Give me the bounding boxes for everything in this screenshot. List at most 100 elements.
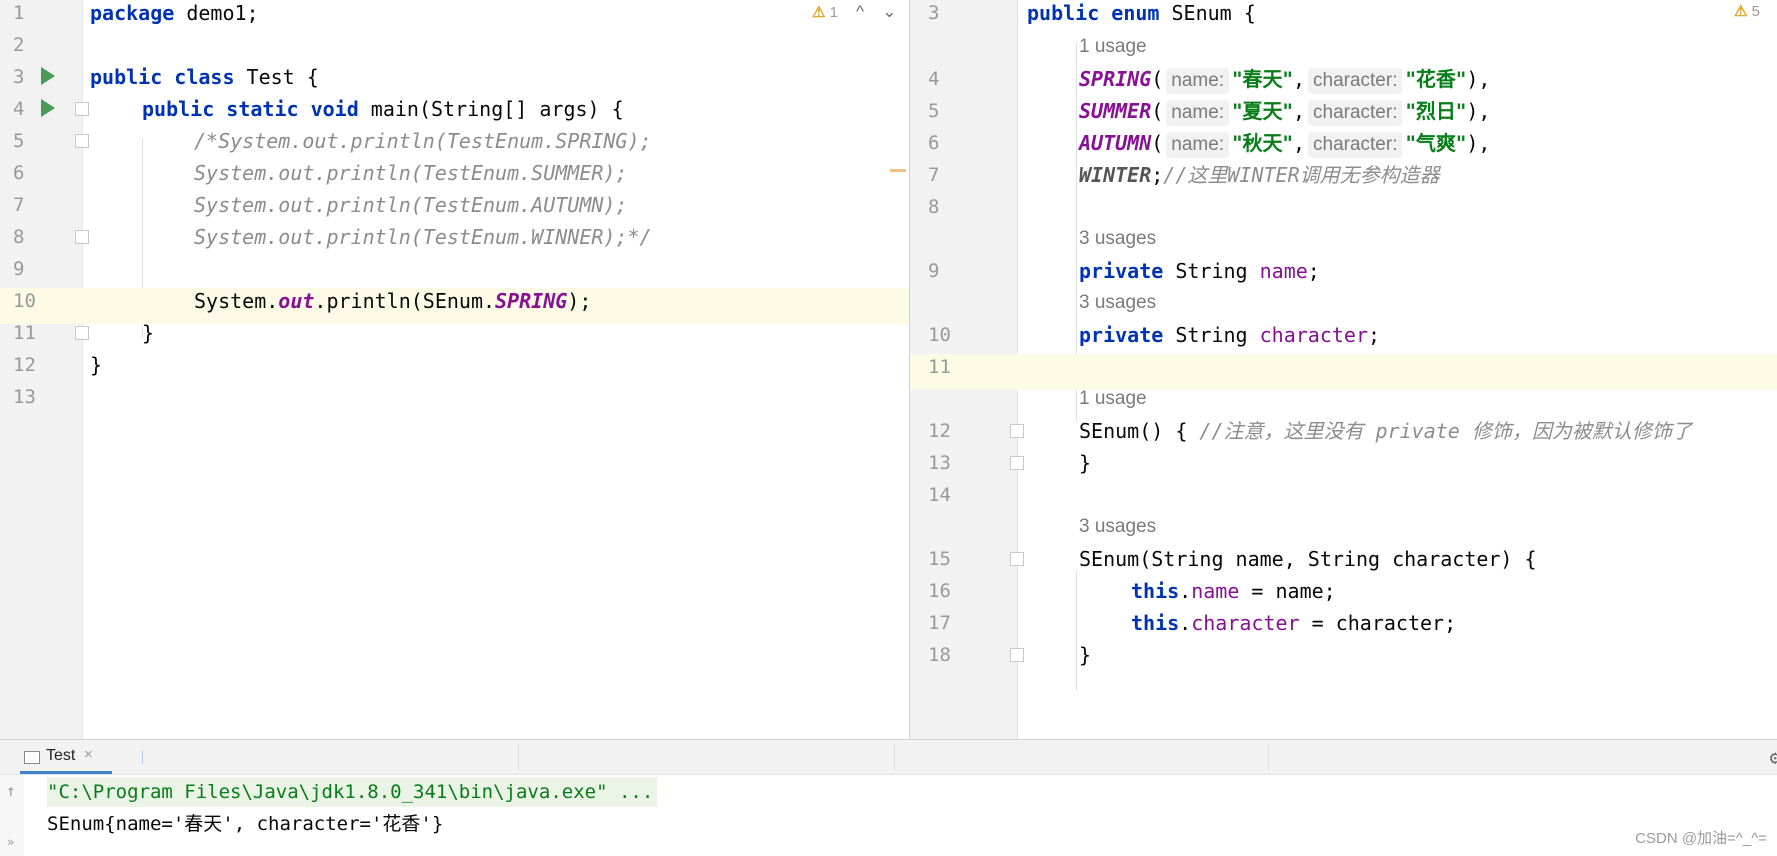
code-line[interactable]: 8 xyxy=(910,194,1777,230)
code-text[interactable]: private String character; xyxy=(1079,322,1380,358)
code-line[interactable]: 12 SEnum() { //注意，这里没有 private 修饰，因为被默认修… xyxy=(910,418,1777,454)
line-number: 7 xyxy=(928,164,940,186)
fold-marker-icon[interactable] xyxy=(75,102,89,116)
line-number: 7 xyxy=(13,194,25,216)
fold-marker-icon[interactable] xyxy=(1010,456,1024,470)
line-number: 9 xyxy=(928,260,940,282)
gear-icon[interactable]: ⚙ xyxy=(1770,747,1777,769)
line-number: 11 xyxy=(13,322,36,344)
line-number: 6 xyxy=(13,162,25,184)
code-text[interactable]: public class Test { xyxy=(90,64,319,100)
line-number: 17 xyxy=(928,612,951,634)
code-line-current[interactable]: 10 System.out.println(SEnum.SPRING); xyxy=(0,288,909,324)
code-comment[interactable]: System.out.println(TestEnum.AUTUMN); xyxy=(194,192,627,228)
fold-marker-icon[interactable] xyxy=(1010,424,1024,438)
code-text[interactable]: this.character = character; xyxy=(1131,610,1456,646)
run-gutter-icon[interactable] xyxy=(41,99,55,117)
code-comment[interactable]: System.out.println(TestEnum.WINNER);*/ xyxy=(194,224,652,260)
code-text[interactable]: this.name = name; xyxy=(1131,578,1336,614)
code-line[interactable]: 3 public enum SEnum { xyxy=(910,0,1777,36)
code-line[interactable]: 6 System.out.println(TestEnum.SUMMER); xyxy=(0,160,909,196)
code-line[interactable]: 14 xyxy=(910,482,1777,518)
code-line[interactable]: 6 AUTUMN(name: "秋天", character: "气爽"), xyxy=(910,130,1777,166)
code-text[interactable]: AUTUMN(name: "秋天", character: "气爽"), xyxy=(1079,130,1490,166)
fold-marker-icon[interactable] xyxy=(1010,648,1024,662)
double-chevron-icon[interactable]: » xyxy=(7,835,14,849)
run-tab-test[interactable]: Test × xyxy=(20,740,112,774)
console-output-line[interactable]: SEnum{name='春天', character='花香'} xyxy=(47,809,443,839)
usages-hint[interactable]: 1 usage xyxy=(1079,386,1147,422)
fold-marker-icon[interactable] xyxy=(75,326,89,340)
code-line[interactable]: 3 public class Test { xyxy=(0,64,909,100)
code-comment[interactable]: System.out.println(TestEnum.SUMMER); xyxy=(194,160,627,196)
console-command-line[interactable]: "C:\Program Files\Java\jdk1.8.0_341\bin\… xyxy=(47,777,658,807)
code-line[interactable]: 1 package demo1; xyxy=(0,0,909,36)
code-line[interactable]: 13 xyxy=(0,384,909,420)
run-gutter-icon[interactable] xyxy=(41,67,55,85)
divider[interactable] xyxy=(894,744,895,770)
line-number: 5 xyxy=(928,100,940,122)
line-number: 5 xyxy=(13,130,25,152)
line-number: 3 xyxy=(13,66,25,88)
usages-hint[interactable]: 3 usages xyxy=(1079,290,1156,326)
param-hint: name: xyxy=(1166,68,1230,94)
code-comment[interactable]: /*System.out.println(TestEnum.SPRING); xyxy=(194,128,652,164)
divider xyxy=(1268,744,1269,770)
code-line[interactable]: 9 private String name; xyxy=(910,258,1777,294)
code-text[interactable]: } xyxy=(90,352,102,388)
close-icon[interactable]: × xyxy=(84,746,93,763)
usages-hint[interactable]: 1 usage xyxy=(1079,34,1147,70)
code-text[interactable]: SUMMER(name: "夏天", character: "烈日"), xyxy=(1079,98,1490,134)
code-line[interactable]: 12 } xyxy=(0,352,909,388)
line-number: 6 xyxy=(928,132,940,154)
error-stripe-marker[interactable] xyxy=(890,169,906,172)
code-line[interactable]: 4 SPRING(name: "春天", character: "花香"), xyxy=(910,66,1777,102)
editor-pane-senum-java[interactable]: ⚠ 5 3 public enum SEnum { 1 usage 4 SPRI… xyxy=(910,0,1777,739)
code-text[interactable]: } xyxy=(1079,642,1091,678)
code-text[interactable]: } xyxy=(142,320,154,356)
run-tab-label: Test xyxy=(46,747,76,764)
editor-pane-test-java[interactable]: ⚠ 1 ^ ⌄ 1 package demo1; 2 3 public clas… xyxy=(0,0,909,739)
code-line[interactable]: 17 this.character = character; xyxy=(910,610,1777,646)
code-line[interactable]: 13 } xyxy=(910,450,1777,486)
code-text[interactable]: private String name; xyxy=(1079,258,1320,294)
code-text[interactable]: System.out.println(SEnum.SPRING); xyxy=(194,288,591,324)
code-text[interactable]: SPRING(name: "春天", character: "花香"), xyxy=(1079,66,1490,102)
code-line[interactable]: 7 WINTER;//这里WINTER调用无参构造器 xyxy=(910,162,1777,198)
code-text[interactable]: public enum SEnum { xyxy=(1027,0,1256,36)
code-line[interactable]: 11 } xyxy=(0,320,909,356)
ide-window: ⚠ 1 ^ ⌄ 1 package demo1; 2 3 public clas… xyxy=(0,0,1777,856)
code-text[interactable]: WINTER;//这里WINTER调用无参构造器 xyxy=(1079,162,1440,198)
line-number: 11 xyxy=(928,356,951,378)
fold-marker-icon[interactable] xyxy=(75,230,89,244)
code-line[interactable]: 16 this.name = name; xyxy=(910,578,1777,614)
watermark: CSDN @加油=^_^= xyxy=(1635,830,1767,847)
code-line[interactable]: 9 xyxy=(0,256,909,292)
run-tab-icon xyxy=(24,751,40,764)
code-text[interactable]: SEnum(String name, String character) { xyxy=(1079,546,1537,582)
code-line[interactable]: 7 System.out.println(TestEnum.AUTUMN); xyxy=(0,192,909,228)
line-number: 9 xyxy=(13,258,25,280)
line-number: 4 xyxy=(928,68,940,90)
code-line[interactable]: 8 System.out.println(TestEnum.WINNER);*/ xyxy=(0,224,909,260)
line-number: 14 xyxy=(928,484,951,506)
code-line[interactable]: 18 } xyxy=(910,642,1777,678)
line-number: 13 xyxy=(13,386,36,408)
code-line[interactable]: 10 private String character; xyxy=(910,322,1777,358)
code-line[interactable]: 5 SUMMER(name: "夏天", character: "烈日"), xyxy=(910,98,1777,134)
code-line[interactable]: 4 public static void main(String[] args)… xyxy=(0,96,909,132)
usages-hint[interactable]: 3 usages xyxy=(1079,514,1156,550)
code-text[interactable]: } xyxy=(1079,450,1091,486)
up-arrow-icon[interactable]: ↑ xyxy=(6,781,16,800)
code-text[interactable]: SEnum() { //注意，这里没有 private 修饰，因为被默认修饰了 xyxy=(1079,418,1692,454)
code-line-current[interactable]: 11 xyxy=(910,354,1777,390)
code-line[interactable]: 5 /*System.out.println(TestEnum.SPRING); xyxy=(0,128,909,164)
code-text[interactable]: public static void main(String[] args) { xyxy=(142,96,624,132)
code-text[interactable]: package demo1; xyxy=(90,0,259,36)
code-line[interactable]: 2 xyxy=(0,32,909,68)
run-tool-window[interactable]: Test × ⚙ ↑ » "C:\Program Files\Java\jdk1… xyxy=(0,739,1777,856)
code-line[interactable]: 15 SEnum(String name, String character) … xyxy=(910,546,1777,582)
fold-marker-icon[interactable] xyxy=(1010,552,1024,566)
fold-marker-icon[interactable] xyxy=(75,134,89,148)
usages-hint[interactable]: 3 usages xyxy=(1079,226,1156,262)
